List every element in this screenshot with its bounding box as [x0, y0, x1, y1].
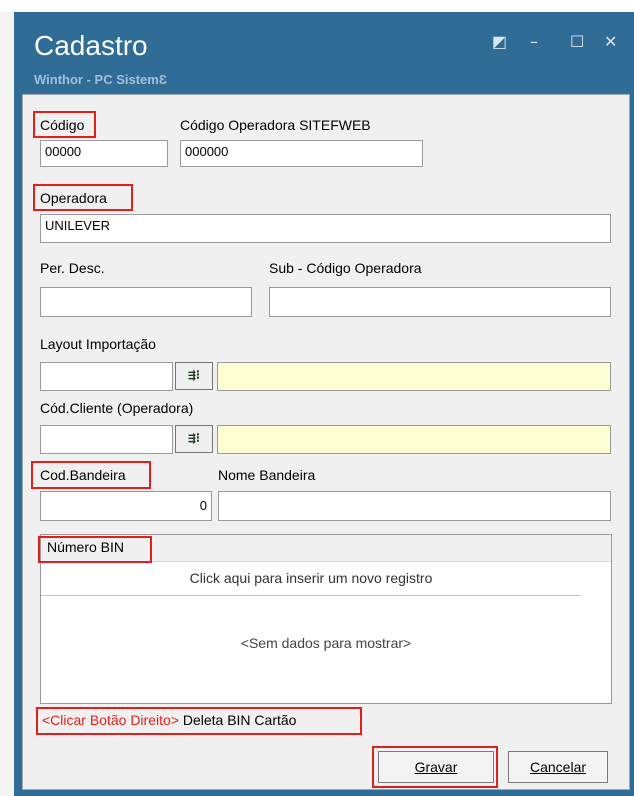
cod-bandeira-input[interactable]: 0 — [40, 491, 212, 521]
cod-cliente-code-input[interactable] — [40, 425, 173, 454]
cod-cliente-lookup-icon[interactable]: ⇶⁝ — [175, 425, 213, 453]
layout-importacao-code-input[interactable] — [40, 362, 173, 391]
per-desc-input[interactable] — [40, 287, 252, 317]
per-desc-label: Per. Desc. — [40, 260, 105, 276]
cancel-button-label: Cancelar — [529, 759, 587, 775]
cod-cliente-label: Cód.Cliente (Operadora) — [40, 400, 194, 416]
maximize-icon[interactable]: ☐ — [570, 32, 584, 51]
frame-top-strip — [0, 0, 634, 12]
layout-importacao-description-input[interactable] — [217, 362, 611, 391]
sub-codigo-input[interactable] — [269, 287, 611, 317]
operadora-highlight — [33, 184, 133, 211]
restore-icon[interactable]: ◩ — [492, 32, 507, 51]
save-button-highlight — [372, 746, 498, 788]
bin-grid-empty-text: <Sem dados para mostrar> — [240, 635, 412, 651]
minimize-icon[interactable]: – — [530, 32, 538, 51]
nome-bandeira-label: Nome Bandeira — [218, 467, 316, 483]
hint-highlight — [36, 707, 362, 735]
codigo-sitef-label: Código Operadora SITEFWEB — [180, 117, 371, 133]
close-icon[interactable]: ✕ — [604, 32, 617, 51]
codigo-sitef-input[interactable]: 000000 — [180, 140, 423, 167]
layout-importacao-lookup-icon[interactable]: ⇶⁝ — [175, 362, 213, 390]
bin-header-highlight — [38, 536, 152, 563]
codigo-highlight — [33, 111, 96, 138]
operadora-input[interactable]: UNILEVER — [40, 214, 611, 243]
nome-bandeira-input[interactable] — [218, 491, 611, 521]
title-bar[interactable]: Cadastro Winthor - PC SistemƐ ◩ – ☐ ✕ — [14, 12, 634, 94]
layout-importacao-label: Layout Importação — [40, 336, 156, 352]
bin-grid-new-row[interactable]: Click aqui para inserir um novo registro — [41, 561, 581, 596]
frame-left-strip — [0, 12, 14, 796]
window-title: Cadastro — [34, 30, 148, 61]
cod-cliente-description-input[interactable] — [217, 425, 611, 454]
codigo-input[interactable]: 00000 — [40, 140, 168, 167]
window-subtitle: Winthor - PC SistemƐ — [34, 72, 167, 87]
cod-bandeira-highlight — [31, 461, 151, 489]
cancel-button[interactable]: Cancelar — [508, 751, 608, 783]
sub-codigo-label: Sub - Código Operadora — [269, 260, 422, 276]
